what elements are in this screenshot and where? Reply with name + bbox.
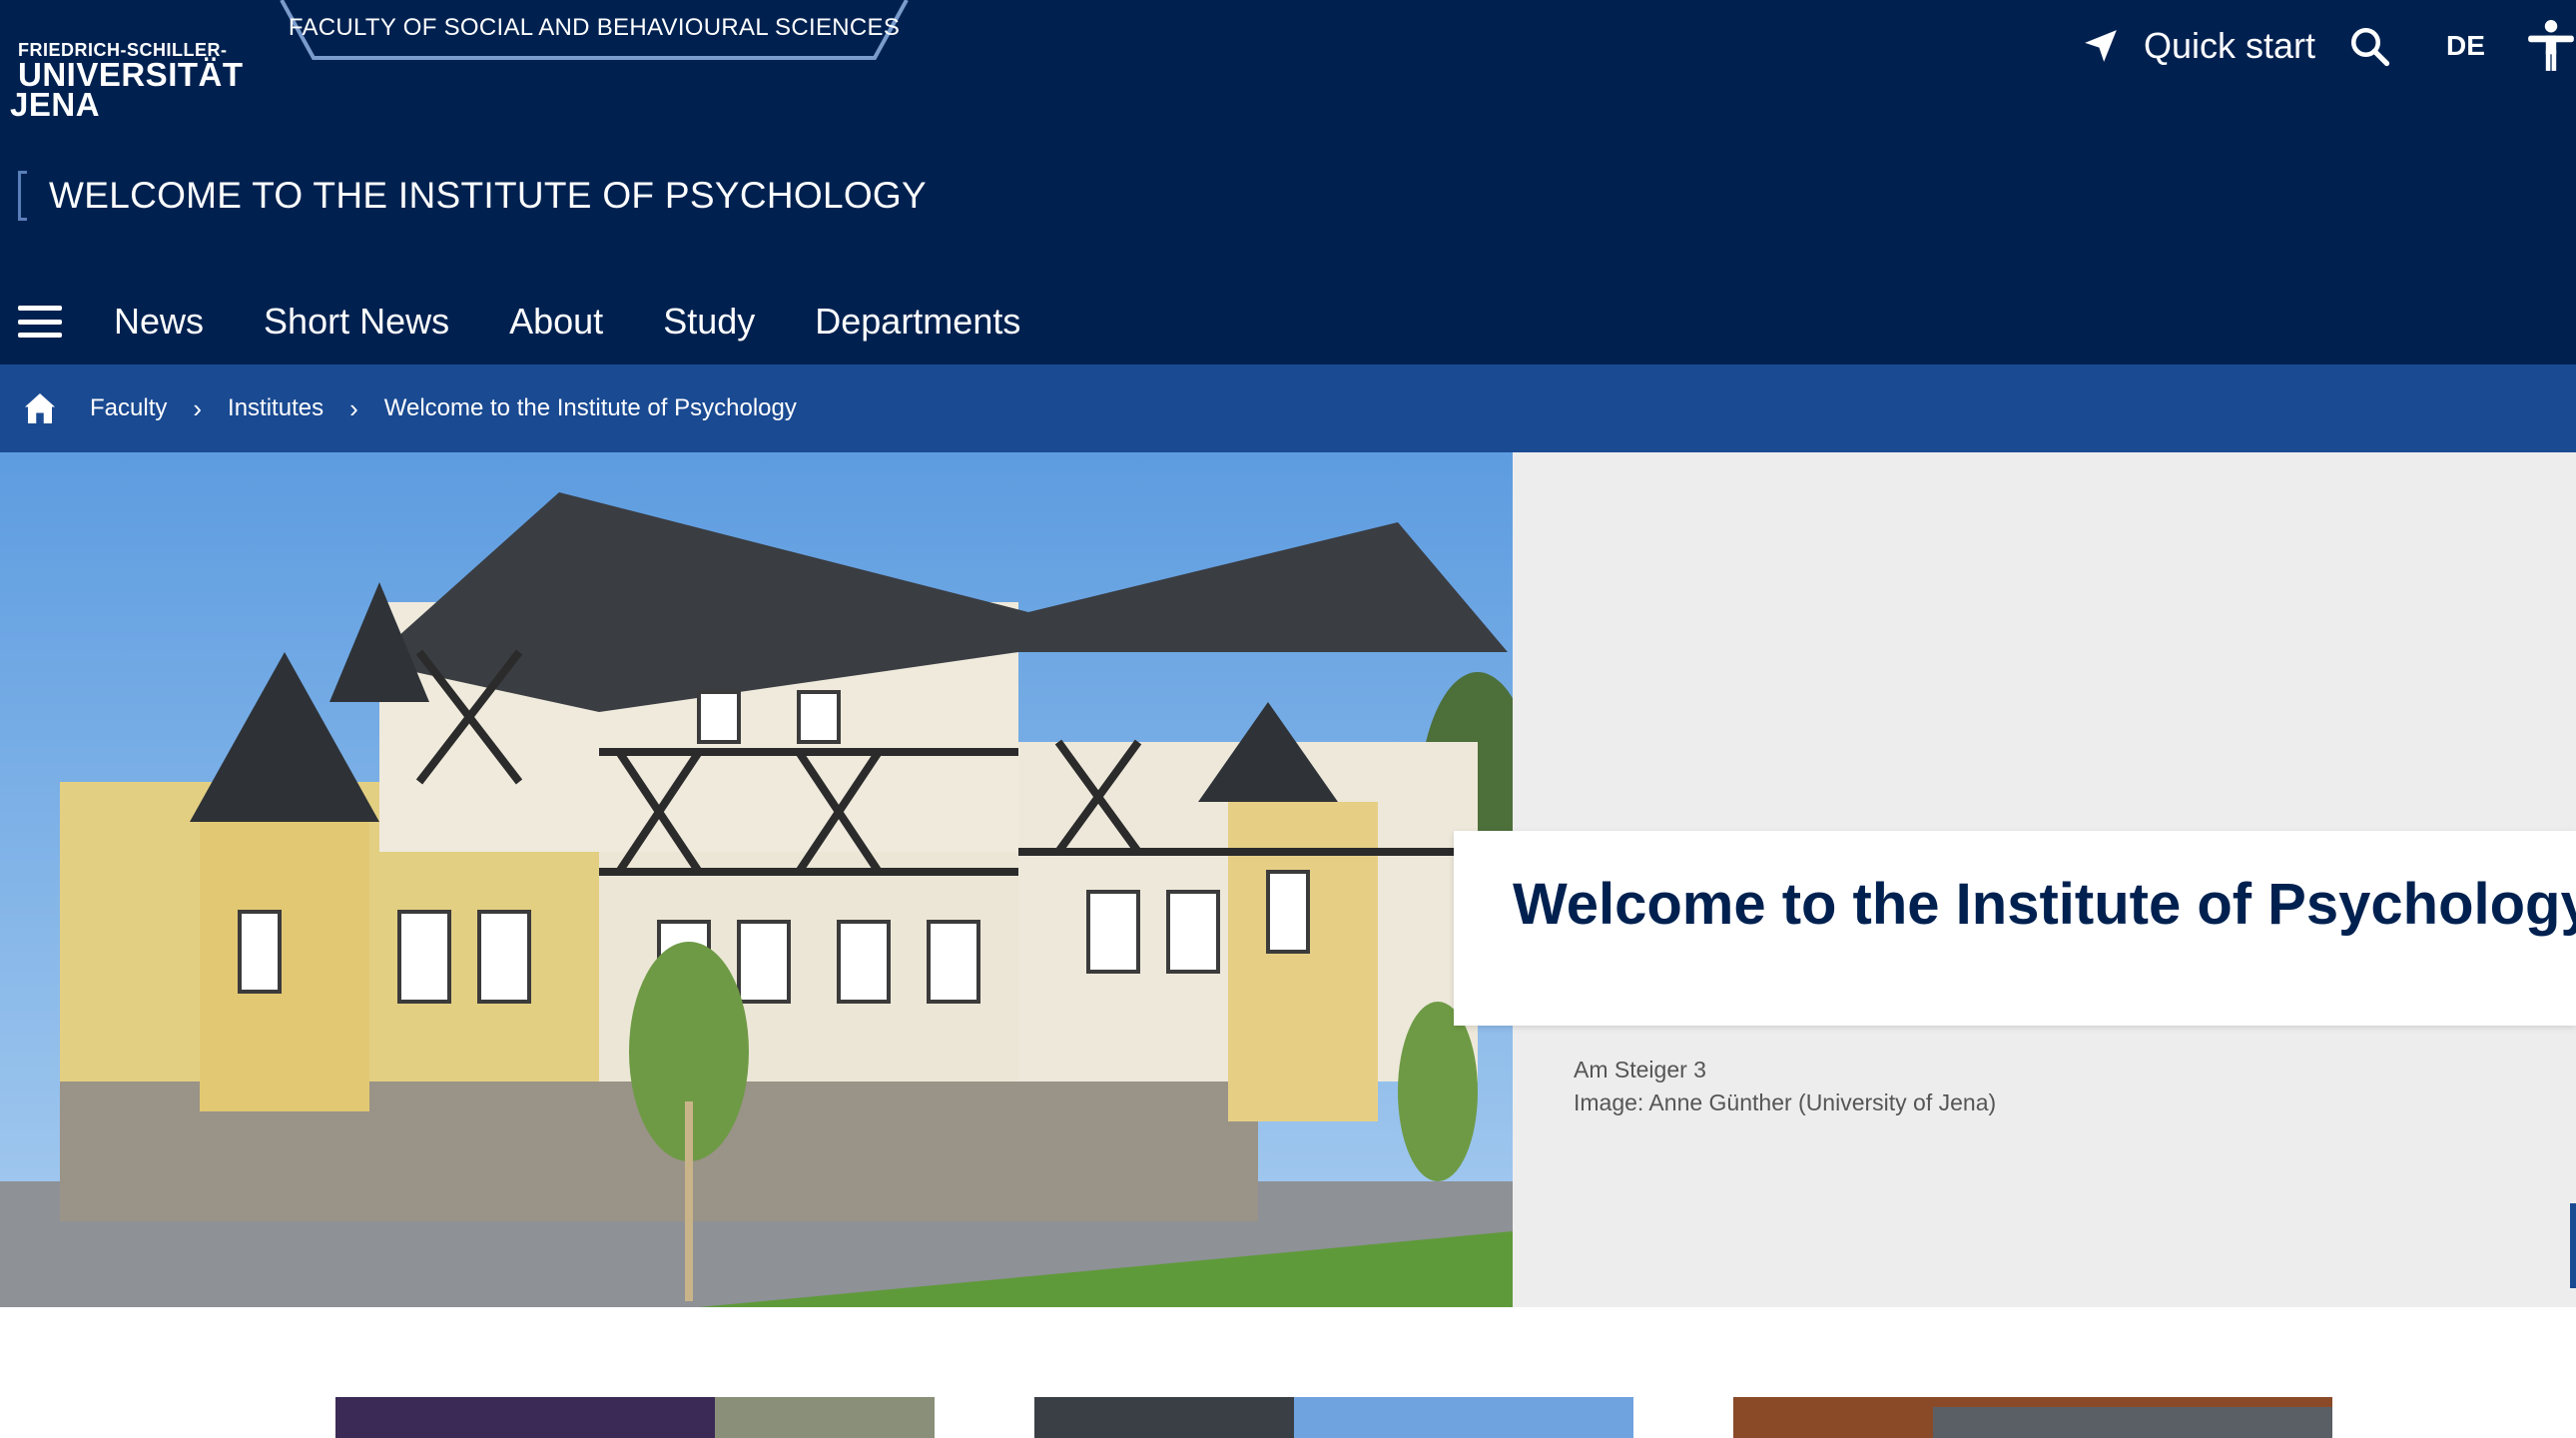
breadcrumb-institutes[interactable]: Institutes [228, 394, 323, 422]
caption-address: Am Steiger 3 [1574, 1057, 1706, 1082]
home-icon[interactable] [22, 390, 58, 426]
university-logo[interactable]: FRIEDRICH-SCHILLER- UNIVERSITÄT JENA [10, 40, 244, 121]
menu-icon[interactable] [18, 306, 62, 338]
teaser-row [0, 1307, 2576, 1438]
search-button[interactable] [2348, 18, 2390, 74]
accessibility-button[interactable] [2526, 18, 2576, 74]
nav-item-departments[interactable]: Departments [815, 301, 1020, 343]
institute-title: WELCOME TO THE INSTITUTE OF PSYCHOLOGY [18, 170, 927, 222]
main-navigation: News Short News About Study Departments [18, 292, 1080, 352]
faculty-tab[interactable]: FACULTY OF SOCIAL AND BEHAVIOURAL SCIENC… [280, 0, 909, 62]
teaser-image-1[interactable] [335, 1397, 935, 1438]
teaser-image-2[interactable] [1034, 1397, 1633, 1438]
chevron-right-icon: › [193, 392, 203, 423]
language-switch-button[interactable]: DE [2446, 18, 2485, 74]
quick-start-button[interactable]: Quick start [2082, 18, 2315, 74]
quick-start-icon [2085, 30, 2117, 62]
nav-item-study[interactable]: Study [663, 301, 755, 343]
institute-title-text: WELCOME TO THE INSTITUTE OF PSYCHOLOGY [49, 175, 927, 216]
breadcrumb-faculty[interactable]: Faculty [90, 394, 167, 422]
caption-credit: Image: Anne Günther (University of Jena) [1574, 1089, 1997, 1115]
title-bracket [18, 171, 27, 221]
logo-line-3: JENA [10, 86, 101, 123]
welcome-card: Welcome to the Institute of Psychology [1454, 831, 2576, 1026]
chevron-right-icon: › [349, 392, 358, 423]
side-floating-tab[interactable] [2570, 1203, 2576, 1288]
quick-start-label: Quick start [2144, 25, 2316, 66]
page-heading: Welcome to the Institute of Psychology [1513, 872, 2576, 937]
breadcrumb: Faculty › Institutes › Welcome to the In… [0, 364, 2576, 452]
image-caption: Am Steiger 3 Image: Anne Günther (Univer… [1574, 1054, 1996, 1119]
nav-item-news[interactable]: News [114, 301, 204, 343]
search-icon [2350, 27, 2390, 67]
teaser-image-3[interactable] [1733, 1397, 2332, 1438]
hero-image [0, 452, 1513, 1307]
nav-item-short-news[interactable]: Short News [264, 301, 449, 343]
site-header: FRIEDRICH-SCHILLER- UNIVERSITÄT JENA FAC… [0, 0, 2576, 364]
faculty-tab-label: FACULTY OF SOCIAL AND BEHAVIOURAL SCIENC… [288, 14, 901, 41]
breadcrumb-current: Welcome to the Institute of Psychology [383, 394, 797, 421]
nav-item-about[interactable]: About [509, 301, 603, 343]
accessibility-icon [2528, 20, 2574, 71]
